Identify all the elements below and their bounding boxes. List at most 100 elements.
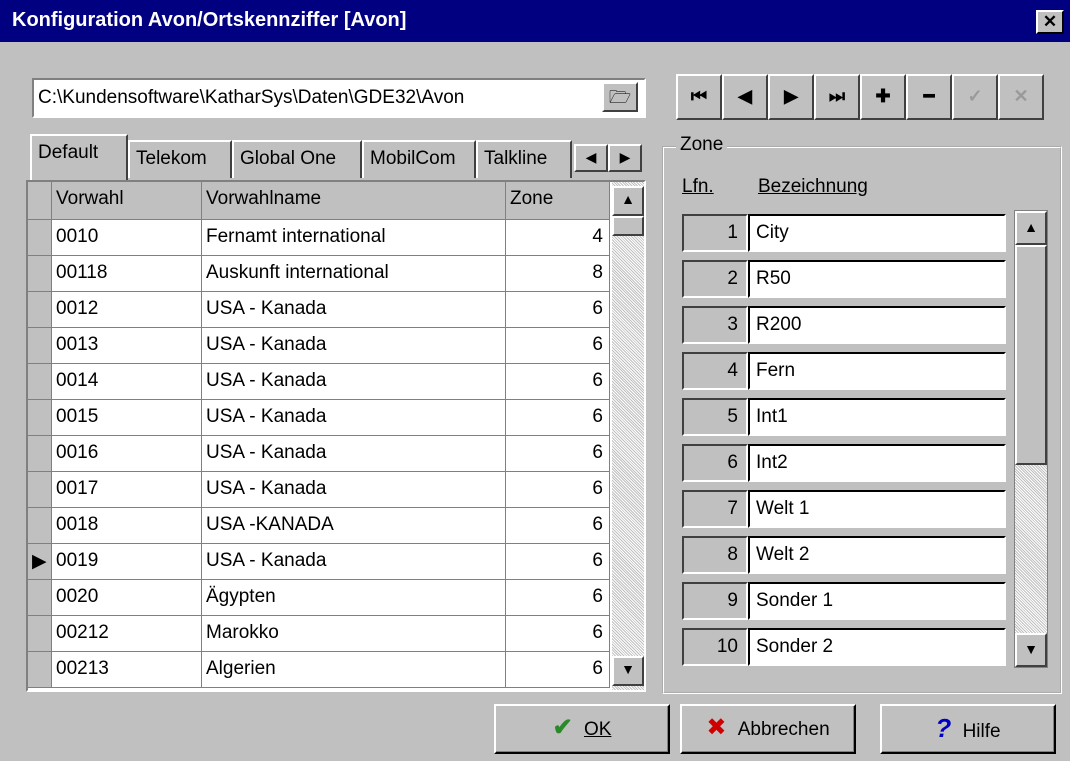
zone-name-field[interactable]: Welt 1 <box>748 490 1006 528</box>
post-record-button[interactable]: ✓ <box>952 74 998 120</box>
vorwahl-cell[interactable]: 0015 <box>52 400 202 436</box>
vorwahlname-cell[interactable]: USA -KANADA <box>202 508 506 544</box>
tab-mobilcom[interactable]: MobilCom <box>362 140 476 178</box>
row-indicator[interactable] <box>28 220 52 256</box>
delete-record-button[interactable]: ━ <box>906 74 952 120</box>
column-header-zone[interactable]: Zone <box>506 182 610 220</box>
vorwahlname-cell[interactable]: USA - Kanada <box>202 436 506 472</box>
zone-cell[interactable]: 6 <box>506 364 610 400</box>
vorwahl-cell[interactable]: 0019 <box>52 544 202 580</box>
vorwahl-cell[interactable]: 0010 <box>52 220 202 256</box>
zone-scrollbar[interactable]: ▲ ▼ <box>1014 210 1048 668</box>
close-button[interactable]: ✕ <box>1036 10 1064 34</box>
zone-number: 8 <box>682 536 748 574</box>
row-indicator[interactable] <box>28 472 52 508</box>
path-field[interactable]: C:\Kundensoftware\KatharSys\Daten\GDE32\… <box>32 78 646 118</box>
vorwahlname-cell[interactable]: USA - Kanada <box>202 328 506 364</box>
vorwahl-grid[interactable]: Vorwahl Vorwahlname Zone 0010 Fernamt int… <box>26 180 646 692</box>
zone-name-field[interactable]: Sonder 2 <box>748 628 1006 666</box>
zone-name-field[interactable]: City <box>748 214 1006 252</box>
row-indicator[interactable]: ▶ <box>28 544 52 580</box>
zone-number: 5 <box>682 398 748 436</box>
next-record-button[interactable]: ▶ <box>768 74 814 120</box>
grid-scroll-down-button[interactable]: ▼ <box>612 656 644 686</box>
vorwahl-cell[interactable]: 00213 <box>52 652 202 688</box>
vorwahl-cell[interactable]: 0014 <box>52 364 202 400</box>
last-record-button[interactable]: ⏭ <box>814 74 860 120</box>
first-record-button[interactable]: ⏮ <box>676 74 722 120</box>
vorwahl-cell[interactable]: 0018 <box>52 508 202 544</box>
vorwahlname-cell[interactable]: Ägypten <box>202 580 506 616</box>
zone-name-field[interactable]: R50 <box>748 260 1006 298</box>
vorwahlname-cell[interactable]: Algerien <box>202 652 506 688</box>
row-indicator[interactable] <box>28 364 52 400</box>
vorwahlname-cell[interactable]: Fernamt international <box>202 220 506 256</box>
zone-name-field[interactable]: R200 <box>748 306 1006 344</box>
column-header-vorwahl[interactable]: Vorwahl <box>52 182 202 220</box>
zone-cell[interactable]: 6 <box>506 508 610 544</box>
tab-scroll-left-button[interactable]: ◀ <box>574 144 608 172</box>
tab-scroll-right-button[interactable]: ▶ <box>608 144 642 172</box>
zone-name-field[interactable]: Welt 2 <box>748 536 1006 574</box>
prev-record-button[interactable]: ◀ <box>722 74 768 120</box>
zone-cell[interactable]: 6 <box>506 616 610 652</box>
row-indicator[interactable] <box>28 256 52 292</box>
vorwahl-cell[interactable]: 0017 <box>52 472 202 508</box>
vorwahlname-cell[interactable]: USA - Kanada <box>202 544 506 580</box>
grid-scrollbar[interactable]: ▲ ▼ <box>612 182 644 690</box>
vorwahlname-cell[interactable]: Auskunft international <box>202 256 506 292</box>
zone-number: 6 <box>682 444 748 482</box>
tab-telekom[interactable]: Telekom <box>128 140 232 178</box>
ok-button[interactable]: ✔ OK <box>494 704 670 754</box>
zone-cell[interactable]: 6 <box>506 472 610 508</box>
zone-cell[interactable]: 6 <box>506 292 610 328</box>
row-indicator[interactable] <box>28 328 52 364</box>
tab-talkline[interactable]: Talkline <box>476 140 572 178</box>
zone-cell[interactable]: 6 <box>506 580 610 616</box>
row-indicator[interactable] <box>28 292 52 328</box>
zone-cell[interactable]: 4 <box>506 220 610 256</box>
zone-scroll-up-button[interactable]: ▲ <box>1015 211 1047 245</box>
grid-scroll-thumb[interactable] <box>612 216 644 236</box>
vorwahl-cell[interactable]: 0016 <box>52 436 202 472</box>
vorwahl-cell[interactable]: 0020 <box>52 580 202 616</box>
tab-default[interactable]: Default <box>30 134 128 180</box>
zone-cell[interactable]: 6 <box>506 400 610 436</box>
zone-scroll-down-button[interactable]: ▼ <box>1015 633 1047 667</box>
zone-cell[interactable]: 6 <box>506 436 610 472</box>
add-record-button[interactable]: ✚ <box>860 74 906 120</box>
zone-cell[interactable]: 6 <box>506 652 610 688</box>
cancel-edit-button[interactable]: ✕ <box>998 74 1044 120</box>
tab-global-one[interactable]: Global One <box>232 140 362 178</box>
zone-cell[interactable]: 6 <box>506 544 610 580</box>
vorwahlname-cell[interactable]: USA - Kanada <box>202 292 506 328</box>
zone-cell[interactable]: 8 <box>506 256 610 292</box>
zone-name-field[interactable]: Sonder 1 <box>748 582 1006 620</box>
row-indicator[interactable] <box>28 436 52 472</box>
browse-folder-button[interactable]: 🗁 <box>602 82 638 112</box>
first-icon: ⏮ <box>690 86 708 106</box>
zone-scroll-thumb[interactable] <box>1015 245 1047 465</box>
column-header-vorwahlname[interactable]: Vorwahlname <box>202 182 506 220</box>
vorwahl-cell[interactable]: 00212 <box>52 616 202 652</box>
zone-name-field[interactable]: Int2 <box>748 444 1006 482</box>
zone-cell[interactable]: 6 <box>506 328 610 364</box>
title-bar[interactable]: Konfiguration Avon/Ortskennziffer [Avon]… <box>0 0 1070 42</box>
vorwahlname-cell[interactable]: USA - Kanada <box>202 472 506 508</box>
cancel-button[interactable]: ✖ Abbrechen <box>680 704 856 754</box>
row-indicator[interactable] <box>28 616 52 652</box>
vorwahl-cell[interactable]: 0013 <box>52 328 202 364</box>
vorwahlname-cell[interactable]: USA - Kanada <box>202 364 506 400</box>
vorwahl-cell[interactable]: 0012 <box>52 292 202 328</box>
vorwahl-cell[interactable]: 00118 <box>52 256 202 292</box>
grid-scroll-up-button[interactable]: ▲ <box>612 186 644 216</box>
vorwahlname-cell[interactable]: Marokko <box>202 616 506 652</box>
row-indicator[interactable] <box>28 652 52 688</box>
row-indicator[interactable] <box>28 400 52 436</box>
row-indicator[interactable] <box>28 580 52 616</box>
zone-name-field[interactable]: Int1 <box>748 398 1006 436</box>
help-button[interactable]: ? Hilfe <box>880 704 1056 754</box>
row-indicator[interactable] <box>28 508 52 544</box>
vorwahlname-cell[interactable]: USA - Kanada <box>202 400 506 436</box>
zone-name-field[interactable]: Fern <box>748 352 1006 390</box>
